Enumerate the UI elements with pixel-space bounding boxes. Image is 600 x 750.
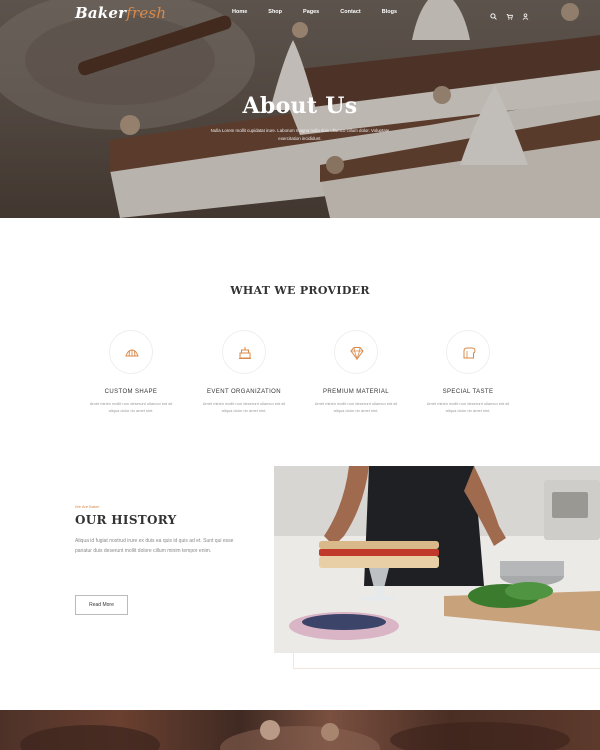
feature-icon-circle [222,330,266,374]
history-title: OUR HISTORY [75,513,177,527]
history-text: Aliqua id fugiat nostrud irure ex duis e… [75,538,234,554]
brand-name-accent: fresh [126,4,167,22]
next-section-image-strip [0,710,600,750]
nav-item-pages[interactable]: Pages [303,9,319,15]
page-title: About Us [242,93,358,119]
nav-item-blogs[interactable]: Blogs [382,9,397,15]
feature-title: CUSTOM SHAPE [104,389,158,395]
bread-icon [463,347,476,359]
history-kicker: We Are Baker [75,504,100,509]
feature-description: Amet minim mollit non deserunt ullamco e… [202,401,286,413]
feature-description: Amet minim mollit non deserunt ullamco e… [314,401,398,413]
nav-item-shop[interactable]: Shop [268,9,282,15]
strip-background [20,720,570,750]
nav-item-contact[interactable]: Contact [340,9,360,15]
photo-frame-decoration [293,653,600,669]
feature-card: PREMIUM MATERIAL Amet minim mollit non d… [306,330,406,414]
brand-name-main: Baker [75,4,127,22]
feature-card: SPECIAL TASTE Amet minim mollit non dese… [418,330,518,414]
main-nav: Home Shop Pages Contact Blogs [232,9,418,15]
feature-title: SPECIAL TASTE [442,389,494,395]
nav-item-home[interactable]: Home [232,9,247,15]
read-more-button[interactable]: Read More [75,595,128,615]
feature-description: Amet minim mollit non deserunt ullamco e… [89,401,173,413]
cake-icon [239,347,251,359]
cart-icon[interactable] [506,7,513,20]
feature-icon-circle [334,330,378,374]
hero-banner: Bakerfresh Home Shop Pages Contact Blogs… [0,0,600,218]
brand-logo[interactable]: Bakerfresh [75,4,166,22]
feature-description: Amet minim mollit non deserunt ullamco e… [426,401,510,413]
feature-title: EVENT ORGANIZATION [207,389,281,395]
feature-title: PREMIUM MATERIAL [323,389,389,395]
baker-photo-illustration [274,466,600,653]
croissant-icon [125,349,139,357]
feature-icon-circle [109,330,153,374]
diamond-icon [350,347,364,361]
hero-subtitle: Nulla Lorem mollit cupidatat irure. Labo… [210,128,390,141]
feature-card: EVENT ORGANIZATION Amet minim mollit non… [194,330,294,414]
feature-icon-circle [446,330,490,374]
header-icons [490,7,529,20]
feature-card: CUSTOM SHAPE Amet minim mollit non deser… [81,330,181,414]
provider-section-title: WHAT WE PROVIDER [230,284,370,297]
user-icon[interactable] [522,7,529,20]
search-icon[interactable] [490,7,497,20]
history-photo [274,466,600,653]
